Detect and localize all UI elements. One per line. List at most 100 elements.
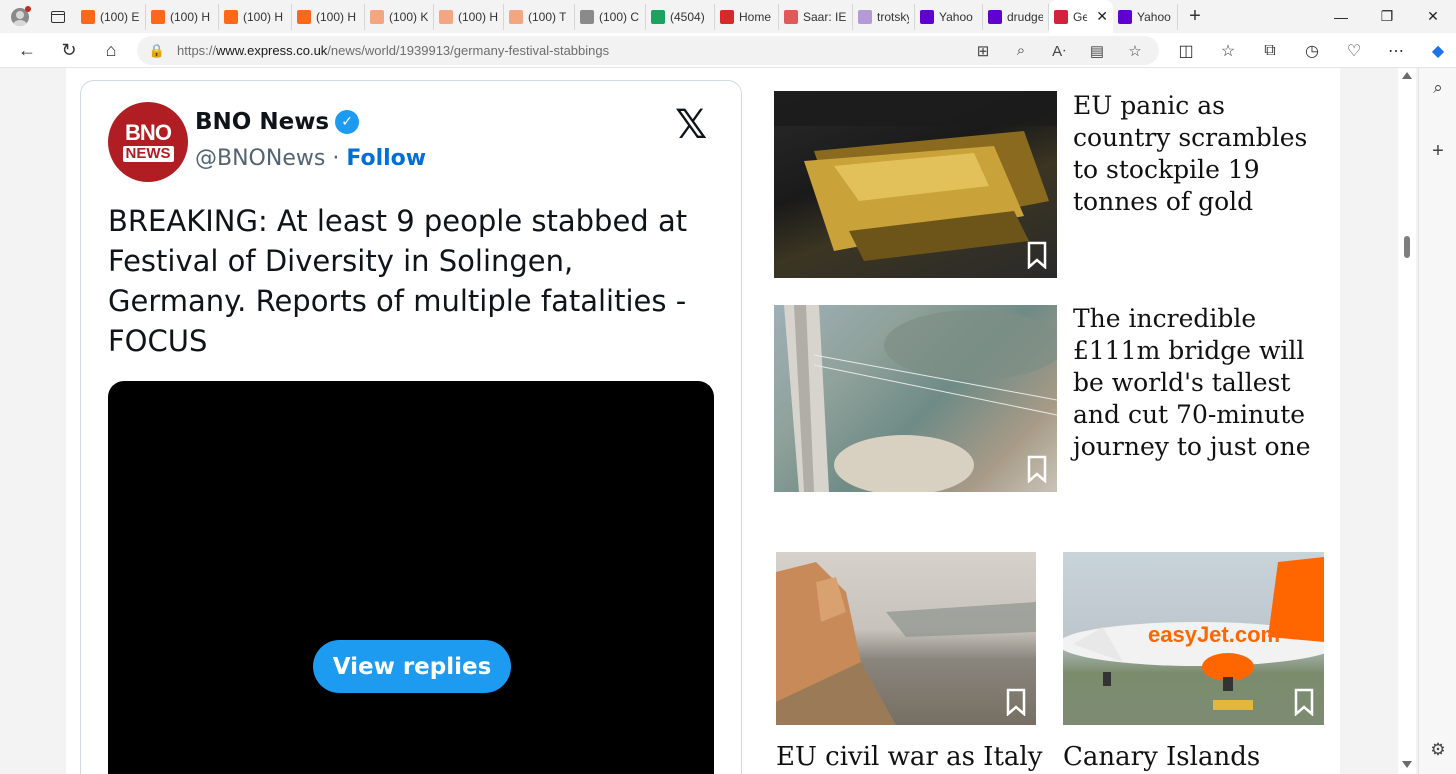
apps-icon[interactable]: ⊞ — [967, 42, 999, 60]
read-aloud-icon[interactable]: Aᐧ — [1043, 42, 1075, 60]
tab-label: (4504) — [670, 9, 705, 24]
zoom-icon[interactable]: ⌕ — [1005, 42, 1037, 59]
italy-coast-image — [776, 562, 1036, 725]
article-image-gold[interactable] — [774, 91, 1057, 278]
tab-label: drudge — [1007, 9, 1043, 24]
tab-actions-button[interactable] — [40, 0, 76, 33]
split-screen-icon[interactable]: ◫ — [1165, 41, 1207, 61]
account-name-text: BNO News — [195, 109, 330, 135]
new-tab-button[interactable]: + — [1178, 0, 1212, 33]
tab-label: Ge — [1073, 9, 1088, 24]
favorites-icon[interactable]: ☆ — [1207, 41, 1249, 61]
favorite-star-icon[interactable]: ☆ — [1119, 42, 1151, 60]
address-bar-actions: ⊞ ⌕ Aᐧ ▤ ☆ — [967, 36, 1151, 65]
easyjet-plane-image: easyJet.com — [1063, 557, 1324, 710]
tab-label: Yahoo — [939, 9, 973, 24]
bookmark-icon[interactable] — [1005, 688, 1027, 716]
history-icon[interactable]: ◷ — [1291, 41, 1333, 61]
substack-icon — [439, 9, 453, 24]
article-image-italy[interactable] — [776, 552, 1036, 725]
sidebar-add-icon[interactable]: + — [1419, 140, 1456, 163]
scroll-down-arrow-icon[interactable] — [1402, 761, 1412, 768]
edge-sidebar: ⌕ + ⚙ — [1418, 68, 1456, 774]
browser-tab[interactable]: (4504) — [646, 3, 715, 30]
page-content: BNO NEWS BNO News ✓ @BNONews · Follow 𝕏 … — [66, 68, 1340, 774]
account-name[interactable]: BNO News ✓ — [195, 109, 360, 135]
avatar-logo-bottom: NEWS — [122, 146, 174, 162]
follow-link[interactable]: Follow — [346, 146, 426, 171]
browser-tab[interactable]: (100) H — [434, 3, 504, 30]
tab-label: (100) K — [389, 9, 428, 24]
web-page: BNO NEWS BNO News ✓ @BNONews · Follow 𝕏 … — [0, 68, 1418, 774]
bookmark-icon[interactable] — [1026, 241, 1048, 269]
tweet-text: BREAKING: At least 9 people stabbed at F… — [108, 204, 688, 358]
article-headline-canary[interactable]: Canary Islands — [1063, 740, 1324, 774]
close-window-button[interactable]: ✕ — [1410, 0, 1456, 33]
embedded-tweet: BNO NEWS BNO News ✓ @BNONews · Follow 𝕏 … — [80, 80, 742, 774]
tab-list: (100) E (100) H (100) H (100) H (100) K (100)… — [76, 0, 1178, 33]
browser-tab[interactable]: (100) H — [219, 3, 292, 30]
substack-icon — [81, 9, 95, 24]
tab-label: (100) H — [170, 9, 211, 24]
home-button[interactable]: ⌂ — [90, 33, 132, 68]
minimize-button[interactable]: — — [1318, 0, 1364, 33]
tweet-media[interactable]: View replies — [108, 381, 714, 774]
copilot-icon[interactable]: ◆ — [1417, 41, 1456, 61]
browser-tab[interactable]: drudge — [983, 3, 1049, 30]
sidebar-settings-icon[interactable]: ⚙ — [1419, 740, 1456, 760]
account-avatar[interactable]: BNO NEWS — [108, 102, 188, 182]
account-handle[interactable]: @BNONews — [195, 146, 325, 171]
tab-label: (100) H — [458, 9, 498, 24]
article-headline-italy[interactable]: EU civil war as Italy — [776, 740, 1042, 774]
browser-tab[interactable]: Yahoo — [915, 3, 983, 30]
bookmark-icon[interactable] — [1026, 455, 1048, 483]
browser-tab[interactable]: Ge ✕ — [1049, 0, 1113, 33]
view-replies-button[interactable]: View replies — [313, 640, 511, 693]
yahoo-icon — [920, 9, 934, 24]
refresh-button[interactable]: ↻ — [48, 33, 90, 68]
handle-separator: · — [332, 146, 340, 171]
yahoo-icon — [988, 9, 1002, 24]
browser-tab[interactable]: Saar: IE — [779, 3, 853, 30]
youtube-icon — [784, 9, 798, 24]
page-scrollbar[interactable] — [1398, 68, 1416, 774]
substack-icon — [297, 9, 311, 24]
article-image-plane[interactable]: easyJet.com — [1063, 552, 1324, 725]
scrollbar-thumb[interactable] — [1404, 236, 1410, 258]
browser-essentials-icon[interactable]: ♡ — [1333, 41, 1375, 61]
close-tab-icon[interactable]: ✕ — [1096, 8, 1108, 25]
article-headline-bridge[interactable]: The incredible £111m bridge will be worl… — [1073, 303, 1335, 463]
restore-button[interactable]: ❐ — [1364, 0, 1410, 33]
collections-icon[interactable]: ⧉ — [1249, 42, 1291, 60]
more-menu-icon[interactable]: ⋯ — [1375, 41, 1417, 61]
address-bar[interactable]: 🔒 https://www.express.co.uk/news/world/1… — [137, 36, 1159, 65]
browser-tab[interactable]: (100) E — [76, 3, 146, 30]
article-image-bridge[interactable] — [774, 305, 1057, 492]
x-logo-icon[interactable]: 𝕏 — [675, 105, 715, 145]
article-headline-gold[interactable]: EU panic as country scrambles to stockpi… — [1073, 90, 1328, 218]
tab-label: trotsky — [877, 9, 909, 24]
substack-icon — [370, 9, 384, 24]
browser-tab[interactable]: (100) K — [365, 3, 434, 30]
browser-tab[interactable]: Home — [715, 3, 779, 30]
lock-icon[interactable]: 🔒 — [137, 43, 177, 59]
back-button[interactable]: ← — [6, 33, 48, 68]
scroll-up-arrow-icon[interactable] — [1402, 72, 1412, 79]
tab-actions-icon — [51, 10, 65, 23]
browser-tab[interactable]: (100) T — [504, 3, 575, 30]
browser-tab[interactable]: (100) H — [292, 3, 365, 30]
toolbar-right-actions: ◫ ☆ ⧉ ◷ ♡ ⋯ ◆ — [1165, 33, 1456, 68]
verified-badge-icon: ✓ — [335, 110, 360, 134]
browser-tab[interactable]: Yahoo — [1113, 3, 1178, 30]
sidebar-search-icon[interactable]: ⌕ — [1419, 78, 1456, 98]
browser-tab[interactable]: trotsky — [853, 3, 915, 30]
immersive-reader-icon[interactable]: ▤ — [1081, 42, 1113, 60]
bookmark-icon[interactable] — [1293, 688, 1315, 716]
bridge-construction-image — [784, 305, 1057, 492]
home-icon — [720, 9, 734, 24]
substack-icon — [509, 9, 523, 24]
plane-livery-text: easyJet.com — [1148, 622, 1280, 647]
browser-tab[interactable]: (100) C — [575, 3, 646, 30]
browser-tab[interactable]: (100) H — [146, 3, 219, 30]
profile-button[interactable] — [0, 0, 40, 33]
